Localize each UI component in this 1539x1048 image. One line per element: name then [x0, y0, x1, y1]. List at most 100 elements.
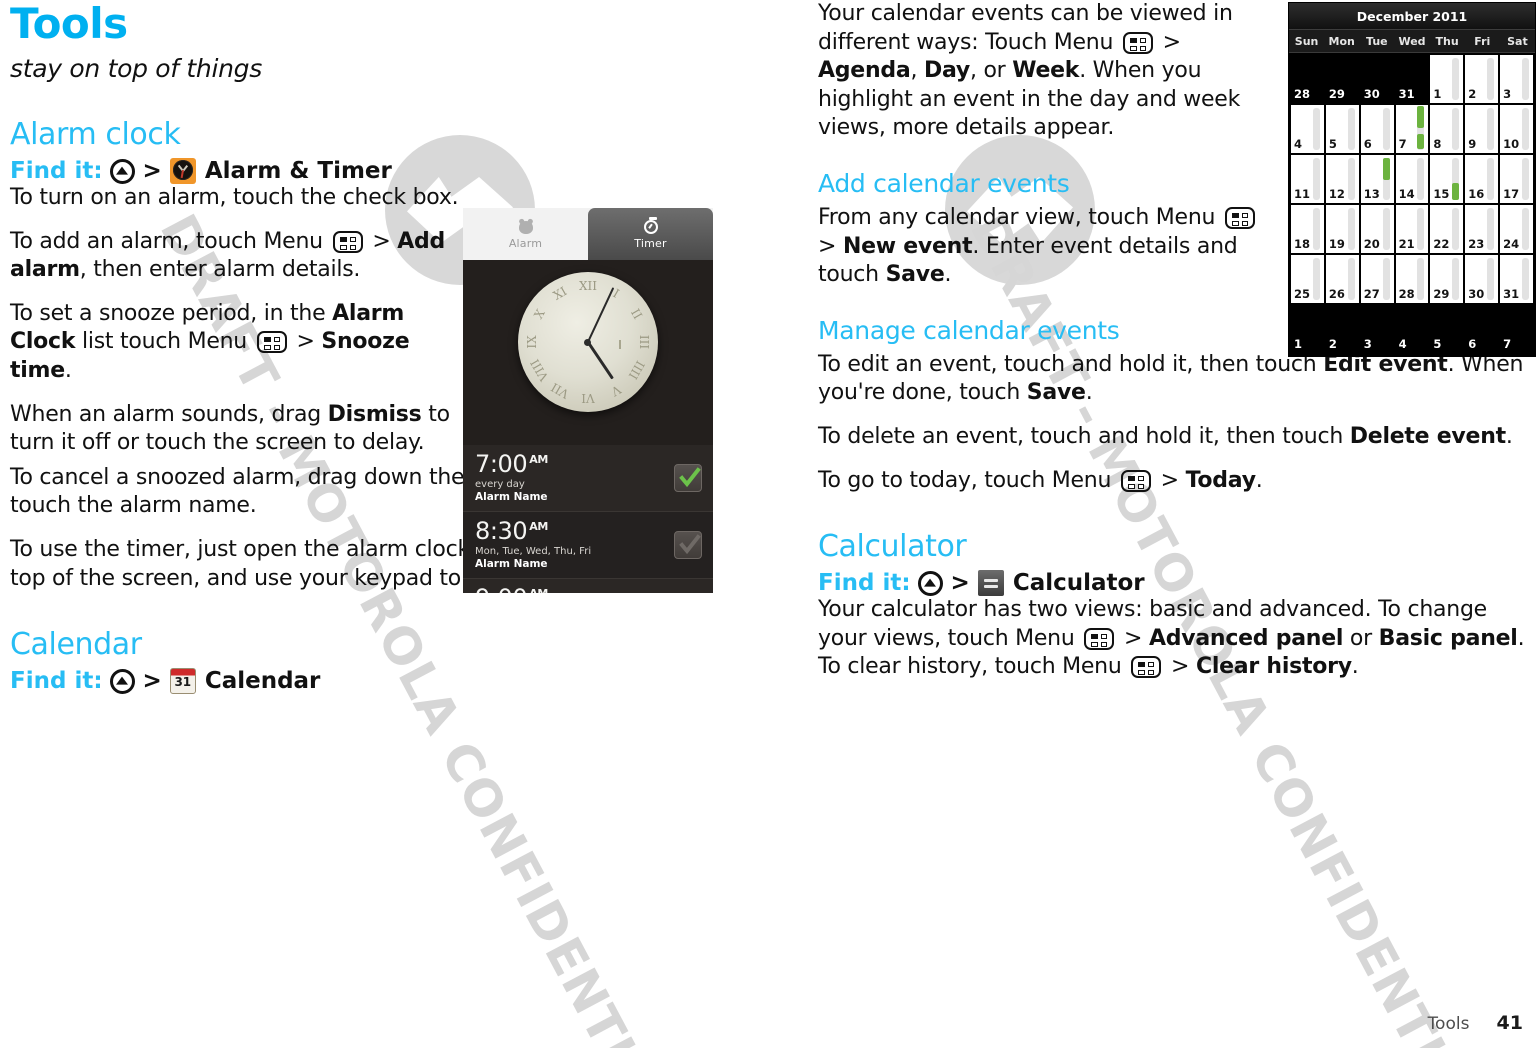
calendar-day-cell[interactable]: 28 [1395, 255, 1429, 303]
calendar-day-number: 18 [1294, 237, 1311, 251]
find-it-calculator: Find it: > Calculator [818, 570, 1530, 597]
find-it-separator: > [142, 158, 162, 185]
calendar-day-cell[interactable]: 29 [1430, 255, 1464, 303]
analog-clock-area: I II III IIII V VI VII VIII IX X XI XII [463, 260, 713, 445]
bold-term: Advanced panel [1148, 625, 1344, 651]
calendar-day-cell[interactable]: 21 [1395, 205, 1429, 253]
find-it-alarm-timer: Find it: > Alarm & Timer [10, 158, 722, 185]
calendar-day-headers: Sun Mon Tue Wed Thu Fri Sat [1289, 30, 1535, 53]
calendar-day-cell[interactable]: 22 [1430, 205, 1464, 253]
bold-term: Today [1185, 467, 1256, 493]
calendar-day-timeline [1347, 208, 1355, 250]
text-run: , then enter alarm details. [79, 257, 361, 283]
calendar-day-number: 22 [1433, 237, 1450, 251]
calendar-day-cell[interactable]: 30 [1465, 255, 1499, 303]
calendar-day-cell[interactable]: 9 [1465, 105, 1499, 153]
text-run: To delete an event, touch and hold it, t… [818, 423, 1350, 449]
calendar-day-cell[interactable]: 8 [1430, 105, 1464, 153]
calendar-day-cell[interactable]: 20 [1360, 205, 1394, 253]
calendar-day-cell[interactable]: 7 [1500, 305, 1533, 353]
clock-numeral: VIII [527, 356, 552, 384]
calendar-day-timeline [1452, 108, 1460, 150]
calendar-day-cell[interactable]: 27 [1360, 255, 1394, 303]
alarm-time: 8:30 AM [475, 519, 701, 543]
calendar-day-cell[interactable]: 26 [1325, 255, 1359, 303]
calendar-day-timeline [1487, 108, 1495, 150]
calendar-day-timeline [1522, 158, 1529, 200]
tab-alarm[interactable]: Alarm [463, 208, 588, 260]
calendar-event-bar[interactable] [1452, 183, 1460, 200]
calendar-day-cell[interactable]: 13 [1360, 155, 1394, 203]
calendar-day-timeline [1312, 258, 1320, 300]
tab-timer[interactable]: Timer [588, 208, 713, 260]
calendar-day-cell[interactable]: 17 [1500, 155, 1533, 203]
calendar-day-cell[interactable]: 2 [1325, 305, 1359, 353]
calendar-day-timeline [1417, 158, 1425, 200]
calendar-day-cell[interactable]: 24 [1500, 205, 1533, 253]
calendar-day-number: 5 [1433, 337, 1442, 351]
alarm-time: 7:00 AM [475, 452, 701, 476]
alarm-time: 9:00AM [475, 586, 701, 593]
clock-numeral: IIII [625, 358, 648, 382]
calendar-day-cell[interactable]: 12 [1325, 155, 1359, 203]
calendar-day-cell[interactable]: 23 [1465, 205, 1499, 253]
bold-term: Day [923, 58, 970, 84]
calendar-day-cell[interactable]: 15 [1430, 155, 1464, 203]
calendar-day-cell[interactable]: 7 [1395, 105, 1429, 153]
calendar-day-cell[interactable]: 31 [1500, 255, 1533, 303]
calendar-day-timeline [1452, 58, 1460, 100]
alarm-list-item[interactable]: 8:30 AM Mon, Tue, Wed, Thu, Fri Alarm Name [463, 512, 713, 579]
calendar-day-header: Thu [1435, 34, 1459, 48]
paragraph-go-to-today: To go to today, touch Menu > Today. [818, 467, 1530, 496]
calendar-day-timeline [1522, 108, 1529, 150]
calendar-day-cell[interactable]: 1 [1430, 55, 1464, 103]
calendar-grid: 28 29 30 31 1 2 3 4 5 6 7 8 9 10 11 12 13 14 15 16 17 18 19 20 2… [1289, 53, 1535, 353]
alarm-enable-checkbox[interactable] [674, 531, 702, 559]
calendar-day-cell[interactable]: 14 [1395, 155, 1429, 203]
calendar-day-cell[interactable]: 16 [1465, 155, 1499, 203]
calendar-day-cell[interactable]: 11 [1291, 155, 1324, 203]
find-it-app-name: Calculator [1012, 570, 1145, 597]
alarm-enable-checkbox[interactable] [674, 464, 702, 492]
calendar-day-cell[interactable]: 10 [1500, 105, 1533, 153]
calendar-day-cell[interactable]: 25 [1291, 255, 1324, 303]
calendar-event-bar[interactable] [1417, 106, 1425, 128]
calendar-day-timeline [1452, 208, 1460, 250]
alarm-list-item[interactable]: 7:00 AM every day Alarm Name [463, 445, 713, 512]
calendar-day-timeline [1417, 208, 1425, 250]
clock-numeral: XII [578, 279, 598, 293]
calendar-day-cell[interactable]: 4 [1291, 105, 1324, 153]
calendar-day-cell[interactable]: 1 [1291, 305, 1324, 353]
calendar-day-number: 5 [1328, 137, 1337, 151]
calendar-day-cell[interactable]: 29 [1325, 55, 1359, 103]
calendar-day-number: 1 [1294, 337, 1303, 351]
alarm-list-item[interactable]: 9:00AMAlarm Name [463, 579, 713, 593]
alarm-clock-icon [518, 219, 533, 236]
calendar-day-cell[interactable]: 4 [1395, 305, 1429, 353]
calendar-day-cell[interactable]: 31 [1395, 55, 1429, 103]
calendar-event-bar[interactable] [1382, 158, 1390, 180]
home-icon [109, 158, 135, 184]
calendar-day-cell[interactable]: 6 [1465, 305, 1499, 353]
find-it-separator: > [142, 668, 162, 695]
calendar-day-number: 31 [1398, 87, 1415, 101]
calendar-day-timeline [1487, 208, 1495, 250]
calendar-day-cell[interactable]: 3 [1360, 305, 1394, 353]
calendar-day-cell[interactable]: 18 [1291, 205, 1324, 253]
paragraph-turn-on-alarm: To turn on an alarm, touch the check box… [10, 184, 462, 213]
calendar-event-bar[interactable] [1417, 134, 1425, 149]
calendar-day-cell[interactable]: 2 [1465, 55, 1499, 103]
alarm-name: Alarm Name [475, 491, 548, 503]
alarm-meridiem: AM [529, 587, 548, 593]
calendar-day-cell[interactable]: 5 [1325, 105, 1359, 153]
calendar-day-cell[interactable]: 5 [1430, 305, 1464, 353]
text-run: . [64, 358, 72, 384]
calendar-day-cell[interactable]: 19 [1325, 205, 1359, 253]
calendar-day-cell[interactable]: 3 [1500, 55, 1533, 103]
calendar-day-cell[interactable]: 6 [1360, 105, 1394, 153]
calendar-day-cell[interactable]: 30 [1360, 55, 1394, 103]
text-run: or [1343, 625, 1379, 651]
paragraph-calculator-views: Your calculator has two views: basic and… [818, 596, 1530, 682]
calendar-day-cell[interactable]: 28 [1291, 55, 1324, 103]
footer-page-number: 41 [1496, 1012, 1523, 1034]
